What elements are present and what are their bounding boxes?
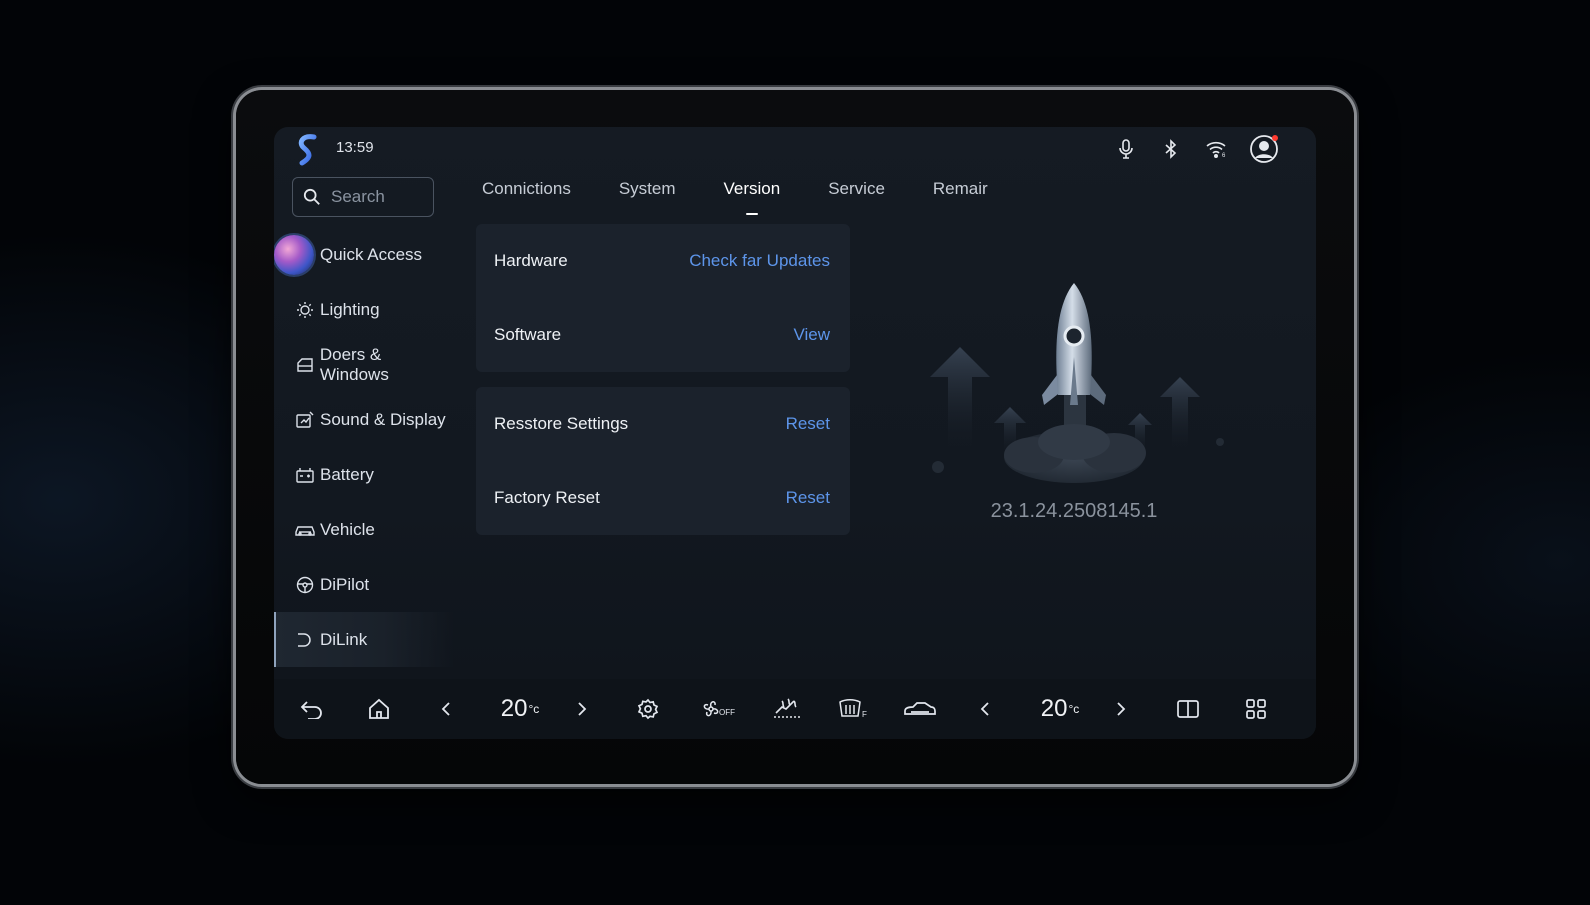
seat-heat-icon[interactable] (767, 687, 807, 731)
tab-system[interactable]: System (619, 177, 676, 217)
sidebar-item-label: DiLink (320, 629, 368, 649)
sidebar-item-label: Lighting (320, 299, 380, 319)
sidebar-item-label: Quick Access (320, 244, 423, 264)
sidebar-item-dipilot[interactable]: DiPilot (274, 557, 454, 612)
software-label: Software (494, 325, 562, 344)
home-icon[interactable] (363, 687, 395, 731)
fan-off-icon[interactable]: OFF (700, 687, 740, 731)
sidebar-item-label: Vehicle (320, 519, 375, 539)
reset-card: Resstore Settings Reset Factory Reset Re… (476, 387, 850, 535)
back-icon[interactable] (296, 687, 328, 731)
search-input[interactable] (329, 186, 433, 208)
clock: 13:59 (336, 139, 374, 156)
settings-sidebar: Quick Access Lighting Doers & Windows So… (274, 227, 454, 667)
hardware-label: Hardware (494, 251, 568, 270)
tab-version[interactable]: Version (724, 177, 780, 217)
software-view-link[interactable]: View (793, 325, 830, 345)
sidebar-item-label: DiPilot (320, 574, 370, 594)
bluetooth-icon[interactable] (1157, 135, 1185, 163)
search-icon (303, 188, 320, 205)
version-number: 23.1.24.2508145.1 (990, 500, 1158, 522)
restore-settings-reset-button[interactable]: Reset (786, 414, 830, 434)
sidebar-item-quick-access[interactable]: Quick Access (274, 227, 454, 282)
user-avatar-icon[interactable] (1248, 133, 1280, 165)
left-temperature[interactable]: 20 °c (492, 687, 548, 731)
tab-connections[interactable]: Connictions (482, 177, 571, 217)
app-grid-icon[interactable] (1240, 687, 1272, 731)
battery-icon (295, 465, 315, 485)
rear-defrost-icon[interactable]: F (834, 687, 874, 731)
wifi-icon[interactable]: 6 (1203, 135, 1231, 163)
infotainment-screen: 13:59 6 Quick Access Lighting Doers & (274, 127, 1316, 739)
bottom-dock: 20 °c OFF F 20 °c (274, 679, 1316, 739)
restore-settings-label: Resstore Settings (494, 414, 629, 433)
temp-up-right-icon[interactable] (1109, 687, 1133, 731)
settings-tabs: Connictions System Version Service Remai… (482, 177, 1036, 217)
left-temp-value: 20 (500, 695, 528, 722)
factory-reset-button[interactable]: Reset (786, 488, 830, 508)
tab-repair[interactable]: Remair (933, 177, 988, 217)
car-icon[interactable] (900, 687, 940, 731)
sidebar-item-lighting[interactable]: Lighting (274, 282, 454, 337)
right-temp-unit: °c (1068, 702, 1080, 716)
temp-down-left-icon[interactable] (434, 687, 458, 731)
right-temperature[interactable]: 20 °c (1032, 687, 1088, 731)
settings-icon[interactable] (632, 687, 664, 731)
sidebar-item-doors-windows[interactable]: Doers & Windows (274, 337, 454, 392)
temp-down-right-icon[interactable] (973, 687, 997, 731)
restore-settings-row: Resstore Settings Reset (476, 387, 850, 461)
sidebar-item-label: Doers & Windows (319, 344, 389, 384)
factory-reset-label: Factory Reset (494, 488, 600, 507)
split-screen-icon[interactable] (1172, 687, 1204, 731)
check-for-updates-link[interactable]: Check far Updates (689, 251, 830, 271)
hardware-row: Hardware Check far Updates (476, 224, 850, 298)
version-info-card: Hardware Check far Updates Software View (476, 224, 850, 372)
vehicle-icon (295, 520, 315, 540)
sidebar-item-battery[interactable]: Battery (274, 447, 454, 502)
quick-access-orb-icon (274, 234, 314, 275)
tab-service[interactable]: Service (828, 177, 885, 217)
sound-display-icon (295, 410, 315, 430)
rocket-illustration (924, 277, 1224, 487)
svg-text:OFF: OFF (719, 708, 735, 717)
door-icon (295, 355, 315, 375)
sidebar-item-sound-display[interactable]: Sound & Display (274, 392, 454, 447)
svg-text:F: F (862, 710, 867, 719)
software-row: Software View (476, 298, 850, 372)
sidebar-item-dilink[interactable]: DiLink (274, 612, 454, 667)
search-box[interactable] (292, 177, 434, 217)
svg-text:6: 6 (1222, 153, 1226, 158)
app-logo-icon[interactable] (294, 133, 320, 167)
temp-up-left-icon[interactable] (570, 687, 594, 731)
status-bar: 13:59 6 (274, 127, 1316, 171)
sidebar-item-label: Battery (320, 464, 374, 484)
left-temp-unit: °c (528, 702, 540, 716)
right-temp-value: 20 (1040, 695, 1068, 722)
steering-wheel-icon (295, 575, 315, 595)
microphone-icon[interactable] (1112, 135, 1140, 163)
sidebar-item-label: Sound & Display (320, 409, 446, 429)
factory-reset-row: Factory Reset Reset (476, 461, 850, 535)
sidebar-item-vehicle[interactable]: Vehicle (274, 502, 454, 557)
dilink-icon (295, 630, 315, 650)
sun-icon (295, 300, 315, 320)
